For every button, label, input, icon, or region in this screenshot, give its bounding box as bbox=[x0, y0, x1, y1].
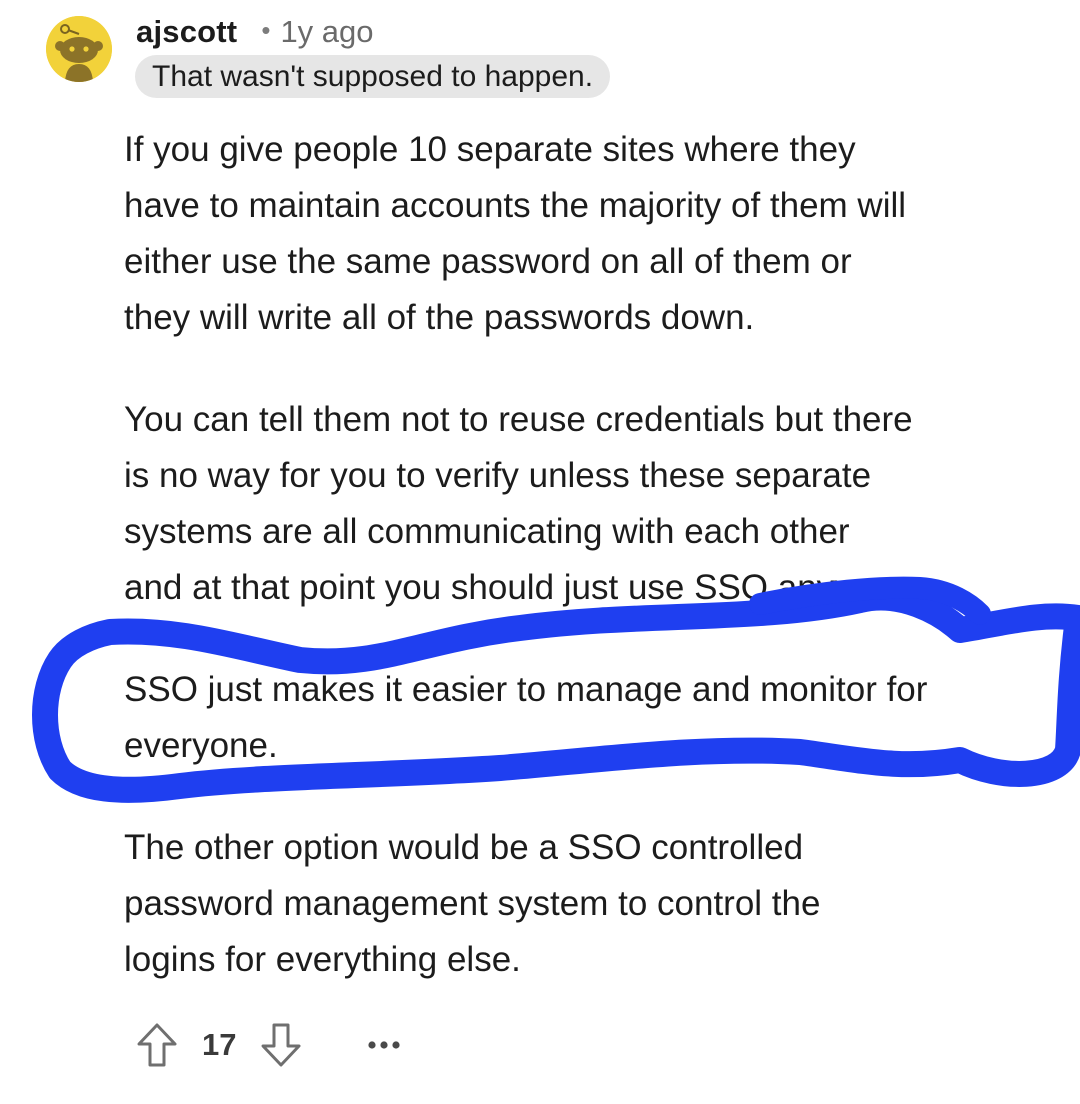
more-options-button[interactable] bbox=[364, 1025, 404, 1065]
paragraph: If you give people 10 separate sites whe… bbox=[124, 122, 1044, 346]
vote-score: 17 bbox=[202, 1027, 237, 1062]
text-line: systems are all communicating with each … bbox=[124, 512, 850, 551]
downvote-button[interactable] bbox=[258, 1021, 304, 1069]
text-line: password management system to control th… bbox=[124, 884, 821, 923]
username-link[interactable]: ajscott bbox=[136, 14, 237, 50]
paragraph: You can tell them not to reuse credentia… bbox=[124, 392, 1044, 616]
user-flair: That wasn't supposed to happen. bbox=[135, 55, 611, 98]
arrow-down-icon bbox=[261, 1023, 301, 1067]
paragraph: The other option would be a SSO controll… bbox=[124, 820, 1044, 988]
text-line: If you give people 10 separate sites whe… bbox=[124, 130, 856, 169]
comment-header: ajscott • 1y ago bbox=[136, 12, 374, 52]
reddit-snoo-avatar-icon[interactable] bbox=[46, 16, 112, 82]
arrow-up-icon bbox=[137, 1023, 177, 1067]
more-options-icon bbox=[368, 1041, 401, 1049]
comment-body: If you give people 10 separate sites whe… bbox=[124, 122, 1044, 988]
comment: ajscott • 1y ago That wasn't supposed to… bbox=[0, 0, 1080, 1104]
meta-separator: • bbox=[261, 14, 271, 45]
text-line: and at that point you should just use SS… bbox=[124, 568, 904, 607]
text-line: The other option would be a SSO controll… bbox=[124, 828, 804, 867]
timestamp: 1y ago bbox=[280, 14, 374, 49]
text-line: SSO just makes it easier to manage and m… bbox=[124, 670, 928, 709]
text-line: either use the same password on all of t… bbox=[124, 242, 852, 281]
text-line: logins for everything else. bbox=[124, 940, 521, 979]
upvote-button[interactable] bbox=[134, 1021, 180, 1069]
text-line: they will write all of the passwords dow… bbox=[124, 298, 755, 337]
text-line: everyone. bbox=[124, 726, 278, 765]
text-line: is no way for you to verify unless these… bbox=[124, 456, 872, 495]
highlighted-paragraph: SSO just makes it easier to manage and m… bbox=[124, 662, 1044, 774]
comment-actions: 17 bbox=[134, 1018, 404, 1072]
text-line: You can tell them not to reuse credentia… bbox=[124, 400, 913, 439]
text-line: have to maintain accounts the majority o… bbox=[124, 186, 907, 225]
